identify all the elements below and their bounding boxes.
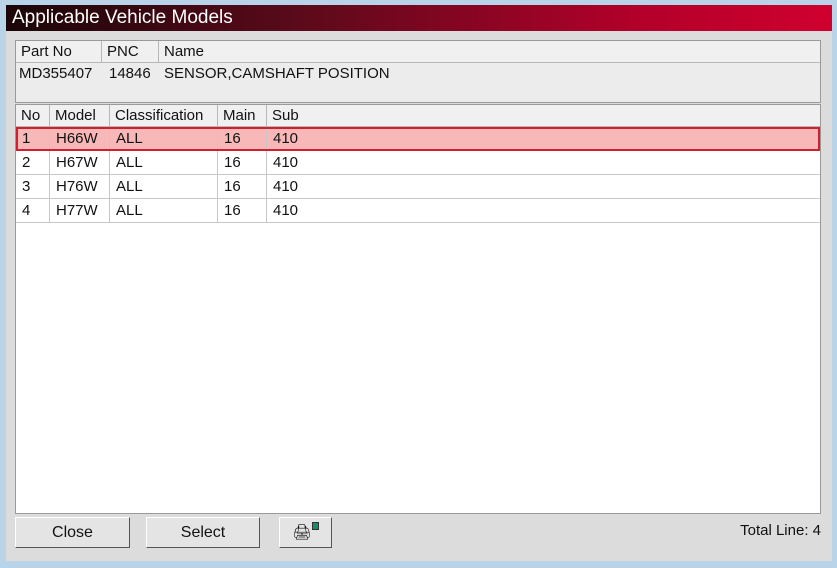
cell-main: 16 (218, 127, 267, 150)
applicable-vehicle-models-dialog: Applicable Vehicle Models Part No PNC Na… (6, 5, 832, 561)
part-info-panel: Part No PNC Name MD355407 14846 SENSOR,C… (15, 40, 821, 103)
table-row[interactable]: 4 H77W ALL 16 410 (16, 199, 820, 223)
part-no-value: MD355407 (19, 65, 93, 82)
cell-model: H77W (50, 199, 110, 222)
total-line-count: Total Line: 4 (740, 522, 821, 539)
table-row[interactable]: 1 H66W ALL 16 410 (16, 127, 820, 151)
cell-classification: ALL (110, 199, 218, 222)
select-button[interactable]: Select (146, 517, 260, 548)
dialog-title: Applicable Vehicle Models (6, 5, 832, 31)
models-table: No Model Classification Main Sub 1 H66W AL… (15, 104, 821, 514)
cell-model: H76W (50, 175, 110, 198)
cell-main: 16 (218, 151, 267, 174)
printer-icon: 🖨 (292, 522, 319, 541)
cell-model: H66W (50, 127, 110, 150)
header-part-no: Part No (16, 41, 102, 63)
cell-no: 4 (16, 199, 50, 222)
col-classification[interactable]: Classification (110, 105, 218, 127)
cell-sub: 410 (273, 202, 299, 219)
close-button[interactable]: Close (15, 517, 130, 548)
table-row[interactable]: 3 H76W ALL 16 410 (16, 175, 820, 199)
cell-model: H67W (50, 151, 110, 174)
table-row[interactable]: 2 H67W ALL 16 410 (16, 151, 820, 175)
print-button[interactable]: 🖨 (279, 517, 332, 548)
cell-no: 2 (16, 151, 50, 174)
pnc-value: 14846 (109, 65, 151, 82)
col-main[interactable]: Main (218, 105, 267, 127)
cell-sub: 410 (273, 178, 299, 195)
cell-sub: 410 (273, 130, 299, 147)
col-no[interactable]: No (16, 105, 50, 127)
cell-classification: ALL (110, 151, 218, 174)
col-sub[interactable]: Sub (267, 105, 820, 127)
cell-classification: ALL (110, 127, 218, 150)
cell-classification: ALL (110, 175, 218, 198)
cell-main: 16 (218, 199, 267, 222)
cell-no: 3 (16, 175, 50, 198)
header-name: Name (159, 41, 820, 63)
col-model[interactable]: Model (50, 105, 110, 127)
name-value: SENSOR,CAMSHAFT POSITION (164, 65, 390, 82)
header-pnc: PNC (102, 41, 159, 63)
cell-main: 16 (218, 175, 267, 198)
cell-sub: 410 (273, 154, 299, 171)
cell-no: 1 (16, 127, 50, 150)
